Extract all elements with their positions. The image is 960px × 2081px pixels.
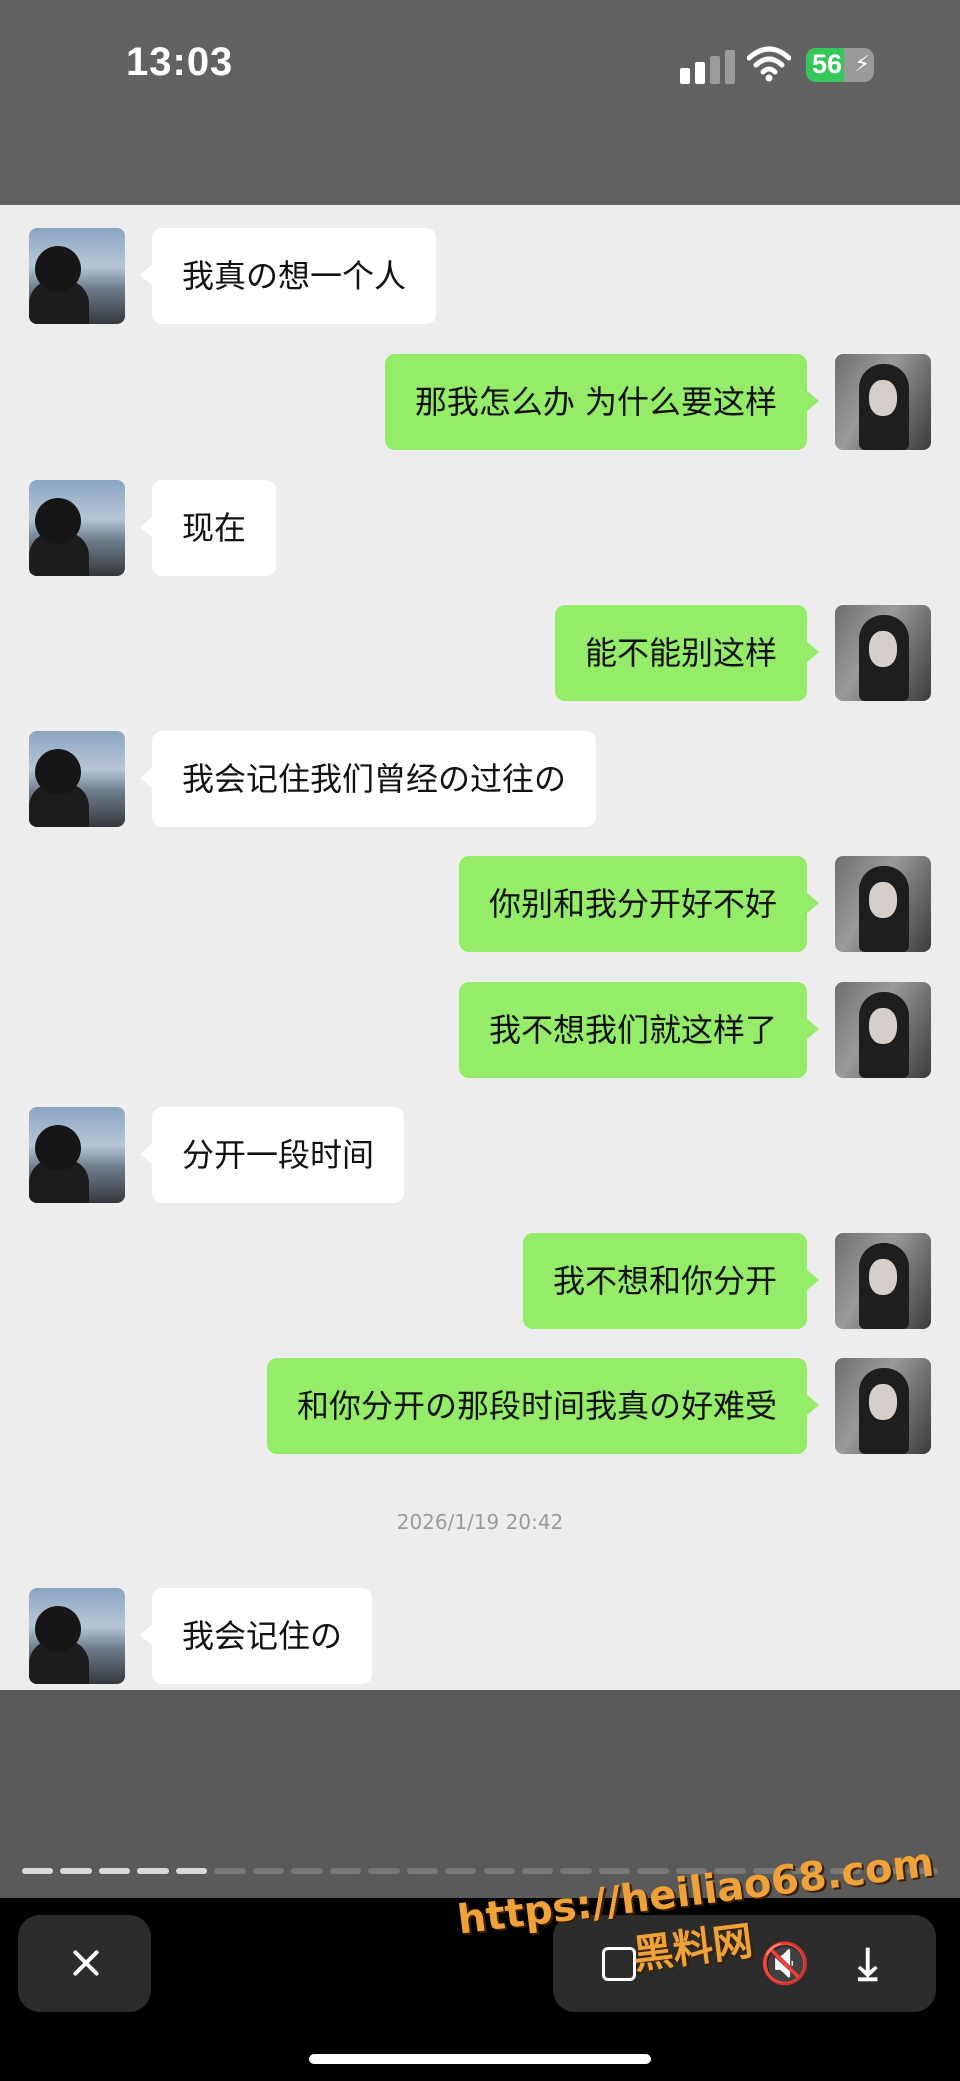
message-bubble-sent: 和你分开の那段时间我真の好难受 <box>266 1358 820 1454</box>
battery-level: 56 <box>812 49 843 79</box>
progress-segment <box>368 1868 400 1874</box>
message-row: 那我怎么办 为什么要这样 <box>0 354 960 450</box>
cellular-signal-icon <box>680 50 736 84</box>
progress-segment <box>214 1868 246 1874</box>
message-row: 现在 <box>0 480 960 576</box>
message-bubble-sent: 你别和我分开好不好 <box>458 856 820 952</box>
message-row: 我不想我们就这样了 <box>0 982 960 1078</box>
message-row: 我会记住の <box>0 1588 960 1684</box>
progress-segment <box>291 1868 323 1874</box>
message-row: 能不能别这样 <box>0 605 960 701</box>
contact-avatar <box>29 480 125 576</box>
user-avatar <box>835 982 931 1078</box>
contact-avatar <box>29 1588 125 1684</box>
message-bubble-received: 我会记住の <box>139 1588 373 1684</box>
close-button[interactable] <box>18 1915 151 2012</box>
message-row: 分开一段时间 <box>0 1107 960 1203</box>
message-bubble-received: 我会记住我们曾经の过往の <box>139 731 597 827</box>
progress-segment <box>560 1868 592 1874</box>
status-time: 13:03 <box>126 40 234 84</box>
progress-segment <box>22 1868 54 1874</box>
chat-screenshot: 我真の想一个人 那我怎么办 为什么要这样 现在 能不能别这样 我会记住我们曾经の… <box>0 205 960 1690</box>
home-indicator[interactable] <box>309 2054 651 2064</box>
user-avatar <box>835 354 931 450</box>
message-bubble-sent: 我不想和你分开 <box>522 1233 820 1329</box>
user-avatar <box>835 1358 931 1454</box>
contact-avatar <box>29 731 125 827</box>
message-row: 你别和我分开好不好 <box>0 856 960 952</box>
progress-segment <box>175 1868 208 1874</box>
contact-avatar <box>29 228 125 324</box>
progress-segment <box>98 1868 131 1874</box>
message-bubble-received: 我真の想一个人 <box>139 228 437 324</box>
message-row: 我不想和你分开 <box>0 1233 960 1329</box>
message-row: 和你分开の那段时间我真の好难受 <box>0 1358 960 1454</box>
progress-segment <box>252 1868 285 1874</box>
message-bubble-received: 现在 <box>139 480 277 576</box>
message-bubble-sent: 我不想我们就这样了 <box>458 982 820 1078</box>
progress-segment <box>483 1868 515 1874</box>
user-avatar <box>835 1233 931 1329</box>
chat-timestamp: 2026/1/19 20:42 <box>396 1510 564 1534</box>
battery-charging-icon: 56 ⚡ <box>806 48 874 82</box>
message-bubble-sent: 能不能别这样 <box>554 605 820 701</box>
progress-segment <box>445 1868 477 1874</box>
wifi-icon <box>747 46 791 82</box>
progress-segment <box>329 1868 362 1874</box>
progress-segment <box>598 1868 631 1874</box>
progress-segment <box>406 1868 439 1874</box>
status-bar: 13:03 56 ⚡ <box>0 0 960 205</box>
message-bubble-received: 分开一段时间 <box>139 1107 405 1203</box>
user-avatar <box>835 856 931 952</box>
progress-segment <box>521 1868 554 1874</box>
contact-avatar <box>29 1107 125 1203</box>
message-row: 我真の想一个人 <box>0 228 960 324</box>
user-avatar <box>835 605 931 701</box>
progress-segment <box>137 1868 169 1874</box>
message-row: 我会记住我们曾经の过往の <box>0 731 960 827</box>
progress-segment <box>60 1868 92 1874</box>
message-bubble-sent: 那我怎么办 为什么要这样 <box>384 354 820 450</box>
